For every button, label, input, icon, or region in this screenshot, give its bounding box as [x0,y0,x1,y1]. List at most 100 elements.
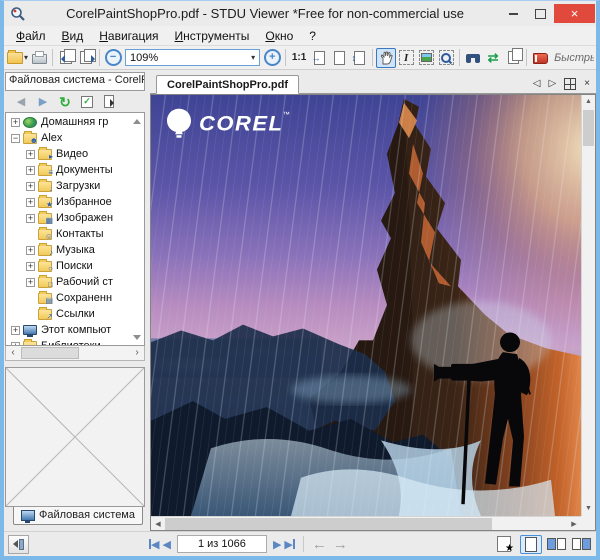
open-dropdown-caret[interactable]: ▾ [24,53,28,62]
search-button[interactable] [463,48,483,68]
tree-item[interactable]: +Домашняя гр [6,114,144,130]
tree-item[interactable]: +Библиотеки [6,338,144,346]
expand-icon[interactable]: + [11,342,20,347]
tree-item[interactable]: +Этот компьют [6,322,144,338]
minimize-button[interactable] [500,4,527,23]
tree-item[interactable]: +○Поиски [6,258,144,274]
vertical-scrollbar[interactable]: ▲ ▼ [581,95,595,516]
next-page-button[interactable]: ▶ [273,538,281,551]
zoom-combobox[interactable]: 109% ▾ [125,49,260,66]
nav-forward-button[interactable]: ▶ [35,94,51,109]
compare-button[interactable]: ⇄ [483,48,503,68]
expand-icon[interactable]: + [26,182,35,191]
expand-icon[interactable]: + [26,214,35,223]
tree-scroll-down-icon[interactable] [133,335,141,340]
document-tab[interactable]: CorelPaintShopPro.pdf [156,75,299,94]
actual-size-button[interactable]: 1:1 [289,48,309,68]
expand-icon[interactable]: + [11,326,20,335]
menu-item-3[interactable]: Навигация [91,27,166,45]
zoom-in-button[interactable]: + [262,48,282,68]
tree-item[interactable]: +↓Загрузки [6,178,144,194]
collapse-icon[interactable]: − [11,134,20,143]
verify-doc-button[interactable]: ✓ [79,94,95,109]
tree-scroll-up-icon[interactable] [133,119,141,124]
tree-item[interactable]: −☻Alex [6,130,144,146]
prev-page-button[interactable]: ◀ [162,538,170,551]
expand-icon[interactable]: + [26,198,35,207]
menu-item-2[interactable]: Вид [54,27,92,45]
history-forward-button[interactable]: → [333,537,348,552]
maximize-button[interactable] [527,4,554,23]
close-tab-button[interactable]: × [584,79,590,89]
copy-pages-button[interactable] [503,48,523,68]
expand-icon[interactable]: + [11,118,20,127]
scroll-right-icon[interactable]: ▶ [567,520,581,528]
menu-item-4[interactable]: Инструменты [167,27,258,45]
quick-bookmarks-label[interactable]: Быстры [554,52,594,64]
next-tab-button[interactable]: ▷ [548,79,556,89]
vertical-scroll-thumb[interactable] [583,110,594,146]
single-page-layout-button[interactable] [520,535,542,554]
hand-tool-button[interactable] [376,48,396,68]
collapse-sidebar-button[interactable] [8,535,29,554]
file-tree[interactable]: +Домашняя гр−☻Alex+▸Видео+≡Документы+↓За… [5,112,145,346]
close-button[interactable]: × [554,4,595,23]
invert-colors-button[interactable] [497,536,511,552]
tab-list-button[interactable] [564,78,576,90]
fit-width-button[interactable]: ↔ [309,48,329,68]
document-tab-bar: CorelPaintShopPro.pdf ◁ ▷ × [150,72,596,94]
first-page-button[interactable]: ◀ [149,538,159,551]
scroll-down-icon[interactable]: ▼ [582,502,595,516]
document-viewport[interactable]: COREL ™ ▲ ▼ ◀ ▶ [150,94,596,531]
tree-item[interactable]: ▤Сохраненн [6,290,144,306]
select-text-button[interactable]: I [396,48,416,68]
prev-tab-button[interactable]: ◁ [533,79,541,89]
horizontal-scrollbar[interactable]: ◀ ▶ [151,516,581,530]
expand-icon[interactable]: + [26,246,35,255]
menu-item-5[interactable]: Окно [257,27,301,45]
rotate-right-button[interactable] [76,48,96,68]
tree-item[interactable]: +□Рабочий ст [6,274,144,290]
zoom-out-button[interactable]: − [103,48,123,68]
menu-item-1[interactable]: Файл [8,27,54,45]
expand-icon[interactable]: + [26,150,35,159]
page-number-field[interactable]: 1 из 1066 [177,535,267,553]
fit-height-button[interactable]: ↕ [349,48,369,68]
menu-item-6[interactable]: ? [301,27,324,45]
select-image-button[interactable] [416,48,436,68]
rotate-left-button[interactable] [56,48,76,68]
history-back-button[interactable]: ← [312,537,327,552]
facing-pages-button[interactable] [545,535,567,554]
tree-horizontal-scrollbar[interactable]: ‹ › [5,346,145,361]
zoom-dropdown-caret[interactable]: ▾ [251,53,255,62]
print-button[interactable] [29,48,49,68]
tree-item[interactable]: ↗Ссылки [6,306,144,322]
tree-item[interactable]: +★Избранное [6,194,144,210]
tree-item[interactable]: +▦Изображен [6,210,144,226]
tree-item[interactable]: +♪Музыка [6,242,144,258]
horizontal-scroll-thumb[interactable] [165,518,492,530]
tree-item[interactable]: +▸Видео [6,146,144,162]
tree-item[interactable]: ☺Контакты [6,226,144,242]
tree-item-label: Alex [41,132,62,144]
scroll-up-icon[interactable]: ▲ [582,95,595,109]
nav-back-button[interactable]: ◀ [13,94,29,109]
scroll-left-icon[interactable]: ◀ [151,520,165,528]
open-file-button[interactable]: ▾ [6,48,29,68]
quick-bookmarks-button[interactable] [530,48,550,68]
fit-page-button[interactable] [329,48,349,68]
expand-icon[interactable]: + [26,278,35,287]
expand-icon[interactable]: + [26,262,35,271]
scroll-thumb[interactable] [21,347,79,359]
title-bar[interactable]: CorelPaintShopPro.pdf - STDU Viewer *Fre… [4,1,596,26]
tab-file-system[interactable]: Файловая система [13,506,143,525]
zoom-region-button[interactable] [436,48,456,68]
refresh-button[interactable]: ↻ [57,94,73,109]
scroll-right-icon[interactable]: › [130,347,144,359]
tree-item[interactable]: +≡Документы [6,162,144,178]
scroll-left-icon[interactable]: ‹ [6,347,20,359]
last-page-button[interactable]: ▶ [284,538,294,551]
facing-pages-alt-button[interactable] [570,535,592,554]
export-doc-button[interactable] [101,94,117,109]
expand-icon[interactable]: + [26,166,35,175]
